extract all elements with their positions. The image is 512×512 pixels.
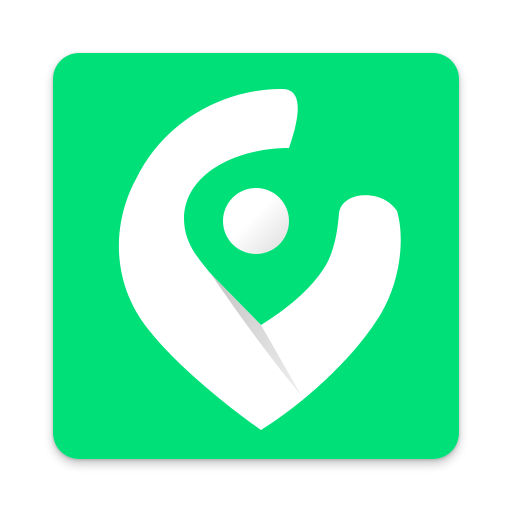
app-icon[interactable] [53, 53, 459, 459]
launcher-screen [0, 0, 512, 512]
location-pin-icon [53, 53, 459, 459]
pin-dot [223, 188, 289, 254]
